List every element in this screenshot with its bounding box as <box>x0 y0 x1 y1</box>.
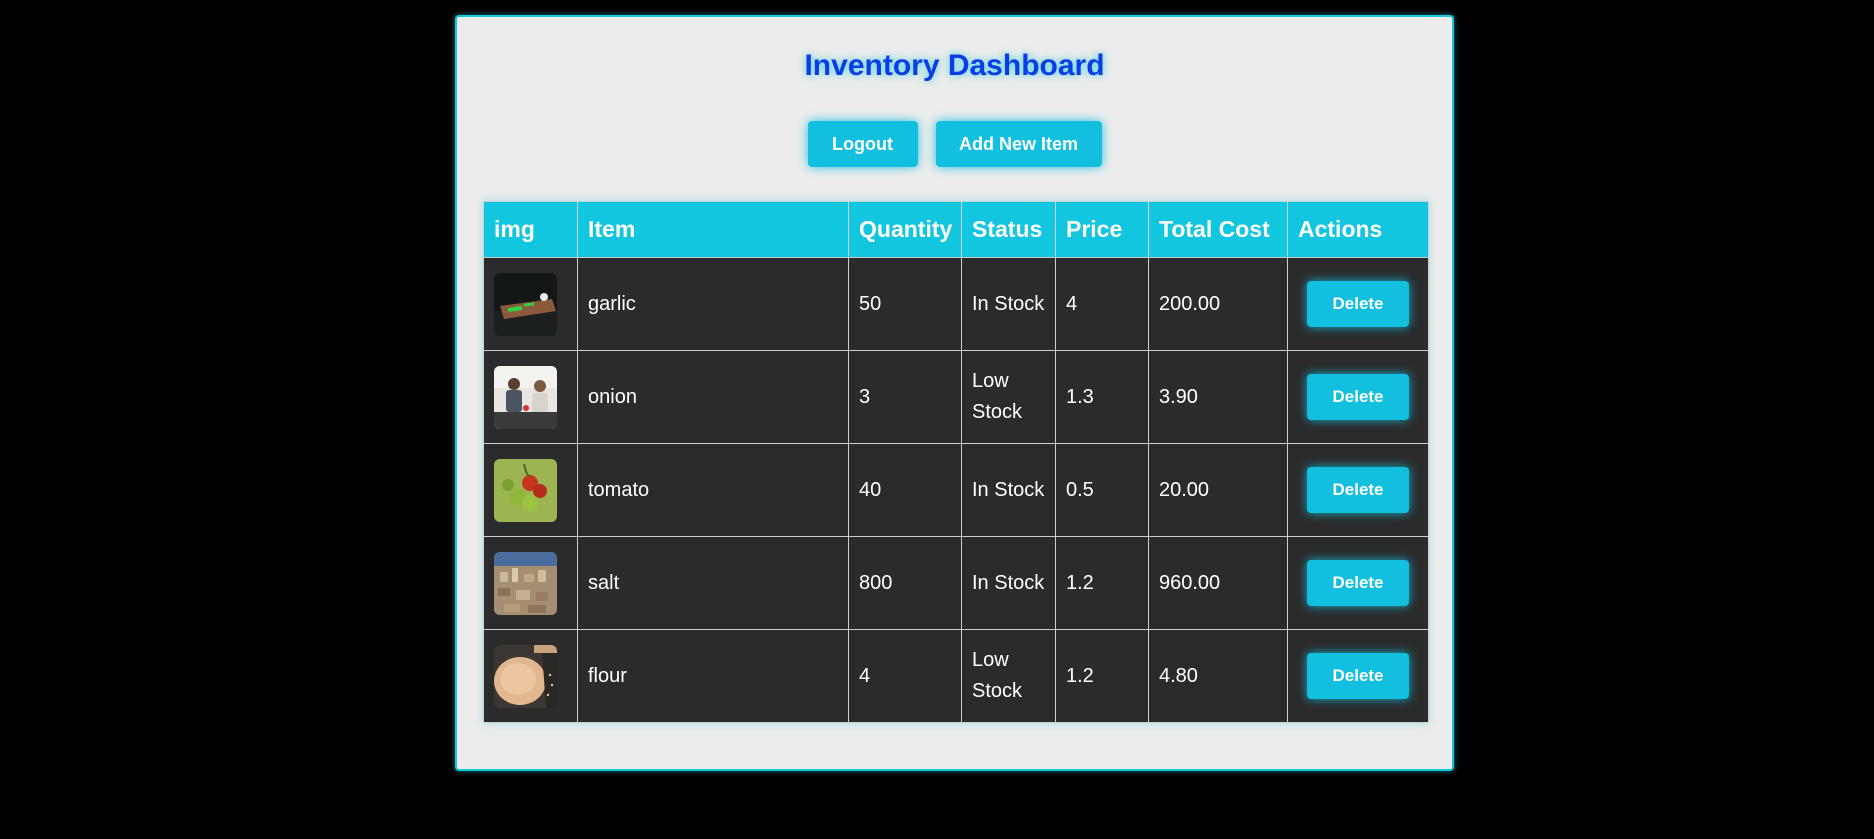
item-name: onion <box>577 350 849 444</box>
item-status: In Stock <box>961 443 1056 537</box>
column-header-quantity: Quantity <box>848 201 962 258</box>
page-title: Inventory Dashboard <box>804 49 1105 82</box>
item-name: salt <box>577 536 849 630</box>
item-status: Low Stock <box>961 629 1056 723</box>
item-price: 1.2 <box>1055 629 1149 723</box>
column-header-item: Item <box>577 201 849 258</box>
item-quantity: 50 <box>848 257 962 351</box>
inventory-table-wrapper: img Item Quantity Status Price Total Cos… <box>483 201 1429 723</box>
item-thumbnail <box>494 272 557 336</box>
column-header-price: Price <box>1055 201 1149 258</box>
column-header-img: img <box>483 201 578 258</box>
item-quantity: 40 <box>848 443 962 537</box>
delete-button[interactable]: Delete <box>1307 560 1409 606</box>
item-price: 1.3 <box>1055 350 1149 444</box>
item-name: flour <box>577 629 849 723</box>
delete-button[interactable]: Delete <box>1307 281 1409 327</box>
table-header-row: img Item Quantity Status Price Total Cos… <box>483 201 1429 258</box>
column-header-actions: Actions <box>1287 201 1429 258</box>
item-quantity: 3 <box>848 350 962 444</box>
table-row: onion 3 Low Stock 1.3 3.90 Delete <box>483 350 1429 444</box>
table-row: flour 4 Low Stock 1.2 4.80 Delete <box>483 629 1429 723</box>
item-total-cost: 200.00 <box>1148 257 1288 351</box>
item-quantity: 800 <box>848 536 962 630</box>
item-status: In Stock <box>961 257 1056 351</box>
item-status: Low Stock <box>961 350 1056 444</box>
item-total-cost: 20.00 <box>1148 443 1288 537</box>
item-thumbnail <box>494 644 557 708</box>
item-thumbnail <box>494 551 557 615</box>
add-new-item-button[interactable]: Add New Item <box>935 121 1102 167</box>
item-name: tomato <box>577 443 849 537</box>
item-total-cost: 4.80 <box>1148 629 1288 723</box>
table-row: garlic 50 In Stock 4 200.00 Delete <box>483 257 1429 351</box>
inventory-table: img Item Quantity Status Price Total Cos… <box>483 201 1429 723</box>
table-row: tomato 40 In Stock 0.5 20.00 Delete <box>483 443 1429 537</box>
logout-button[interactable]: Logout <box>807 121 918 167</box>
item-price: 0.5 <box>1055 443 1149 537</box>
item-price: 4 <box>1055 257 1149 351</box>
delete-button[interactable]: Delete <box>1307 653 1409 699</box>
delete-button[interactable]: Delete <box>1307 374 1409 420</box>
item-name: garlic <box>577 257 849 351</box>
item-thumbnail <box>494 365 557 429</box>
delete-button[interactable]: Delete <box>1307 467 1409 513</box>
item-total-cost: 3.90 <box>1148 350 1288 444</box>
item-price: 1.2 <box>1055 536 1149 630</box>
column-header-status: Status <box>961 201 1056 258</box>
table-row: salt 800 In Stock 1.2 960.00 Delete <box>483 536 1429 630</box>
item-quantity: 4 <box>848 629 962 723</box>
item-status: In Stock <box>961 536 1056 630</box>
toolbar: Logout Add New Item <box>457 121 1452 167</box>
dashboard-panel: Inventory Dashboard Logout Add New Item … <box>455 15 1454 771</box>
column-header-total-cost: Total Cost <box>1148 201 1288 258</box>
item-thumbnail <box>494 458 557 522</box>
item-total-cost: 960.00 <box>1148 536 1288 630</box>
